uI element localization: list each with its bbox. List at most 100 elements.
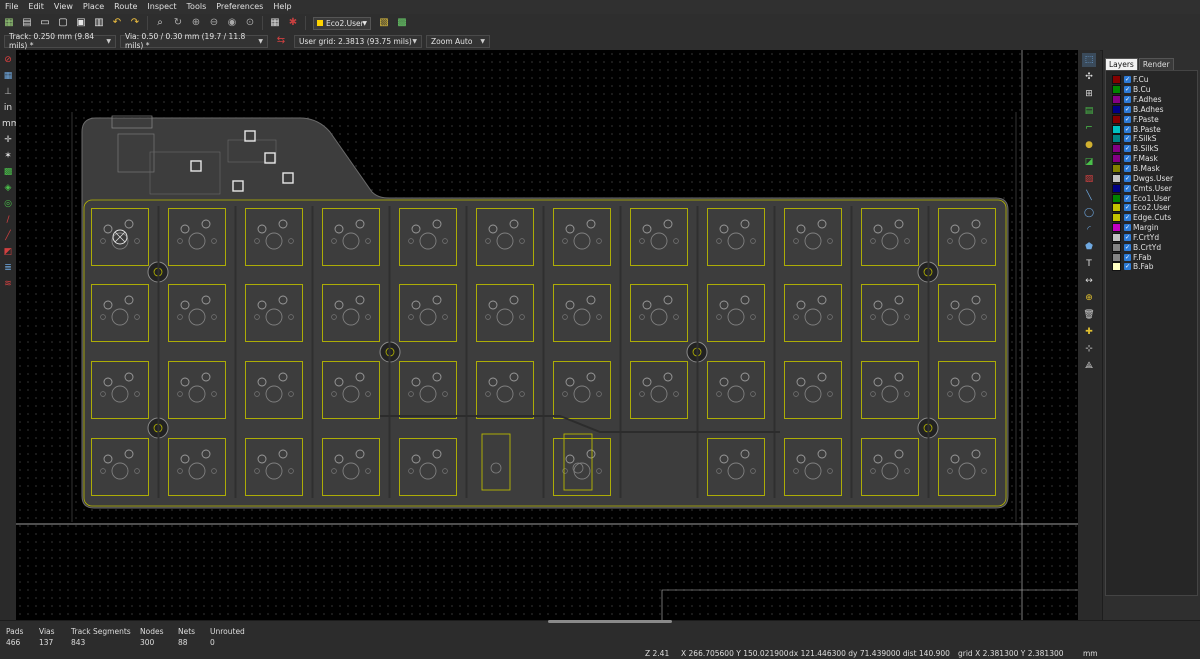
layer-visibility-checkbox[interactable]: ✓: [1124, 204, 1131, 212]
layer-visibility-checkbox[interactable]: ✓: [1124, 135, 1131, 143]
plot-icon[interactable]: ▥: [92, 16, 106, 30]
drc-icon[interactable]: ✱: [286, 16, 300, 30]
layer-color-swatch[interactable]: [1112, 193, 1121, 203]
layer-row[interactable]: ✓ Eco2.User: [1106, 203, 1197, 213]
menu-inspect[interactable]: Inspect: [142, 0, 181, 14]
layer-color-swatch[interactable]: [1112, 114, 1121, 124]
layer-color-swatch[interactable]: [1112, 144, 1121, 154]
track-width-dropdown[interactable]: Track: 0.250 mm (9.84 mils) * ▼: [4, 32, 116, 50]
select-tool-icon[interactable]: ⬚: [1082, 53, 1096, 67]
layer-row[interactable]: ✓ Edge.Cuts: [1106, 213, 1197, 223]
layer-color-swatch[interactable]: [1112, 104, 1121, 114]
zone-outline-icon[interactable]: ◈: [2, 182, 14, 194]
layer-color-swatch[interactable]: [1112, 134, 1121, 144]
scripting-icon[interactable]: ▩: [395, 16, 409, 30]
layer-visibility-checkbox[interactable]: ✓: [1124, 105, 1131, 113]
layer-row[interactable]: ✓ Eco1.User: [1106, 193, 1197, 203]
layer-visibility-checkbox[interactable]: ✓: [1124, 96, 1131, 104]
layer-visibility-checkbox[interactable]: ✓: [1124, 214, 1131, 222]
measure-icon[interactable]: ⟁: [1082, 359, 1096, 373]
via-size-dropdown[interactable]: Via: 0.50 / 0.30 mm (19.7 / 11.8 mils) *…: [120, 32, 268, 50]
zone-fill-icon[interactable]: ▩: [2, 166, 14, 178]
undo-icon[interactable]: ↶: [110, 16, 124, 30]
layer-color-swatch[interactable]: [1112, 75, 1121, 85]
add-via-icon[interactable]: ●: [1082, 138, 1096, 152]
add-line-icon[interactable]: ╲: [1082, 189, 1096, 203]
layer-row[interactable]: ✓ F.Fab: [1106, 252, 1197, 262]
layer-row[interactable]: ✓ B.SilkS: [1106, 144, 1197, 154]
menu-edit[interactable]: Edit: [23, 0, 49, 14]
grid-origin-icon[interactable]: ⊹: [1082, 342, 1096, 356]
units-mm-icon[interactable]: mm: [2, 118, 20, 130]
menu-file[interactable]: File: [0, 0, 23, 14]
highlight-net-icon[interactable]: ✣: [1082, 70, 1096, 84]
add-dimension-icon[interactable]: ↔: [1082, 274, 1096, 288]
layer-row[interactable]: ✓ F.SilkS: [1106, 134, 1197, 144]
menu-help[interactable]: Help: [268, 0, 296, 14]
layer-row[interactable]: ✓ F.Adhes: [1106, 95, 1197, 105]
via-sketch-icon[interactable]: /: [2, 214, 14, 226]
open-icon[interactable]: ▤: [20, 16, 34, 30]
layer-visibility-checkbox[interactable]: ✓: [1124, 115, 1131, 123]
microwave-icon[interactable]: ≋: [2, 278, 14, 290]
layer-visibility-checkbox[interactable]: ✓: [1124, 253, 1131, 261]
layer-color-swatch[interactable]: [1112, 173, 1121, 183]
layer-visibility-checkbox[interactable]: ✓: [1124, 184, 1131, 192]
drill-origin-icon[interactable]: ✚: [1082, 325, 1096, 339]
layer-color-swatch[interactable]: [1112, 95, 1121, 105]
menu-preferences[interactable]: Preferences: [211, 0, 268, 14]
layer-color-swatch[interactable]: [1112, 203, 1121, 213]
netlist-icon[interactable]: ▦: [268, 16, 282, 30]
layer-visibility-checkbox[interactable]: ✓: [1124, 233, 1131, 241]
add-footprint-icon[interactable]: ▤: [1082, 104, 1096, 118]
ratsnest-icon[interactable]: ✶: [2, 150, 14, 162]
layer-row[interactable]: ✓ Margin: [1106, 223, 1197, 233]
layer-color-swatch[interactable]: [1112, 85, 1121, 95]
pad-sketch-icon[interactable]: ◎: [2, 198, 14, 210]
layer-row[interactable]: ✓ F.CrtYd: [1106, 232, 1197, 243]
local-ratsnest-icon[interactable]: ⊞: [1082, 87, 1096, 101]
layer-visibility-checkbox[interactable]: ✓: [1124, 125, 1131, 133]
layer-color-swatch[interactable]: [1112, 213, 1121, 223]
grid-dropdown[interactable]: User grid: 2.3813 (93.75 mils) ▼: [294, 34, 422, 48]
layer-row[interactable]: ✓ Cmts.User: [1106, 183, 1197, 193]
layer-color-swatch[interactable]: [1112, 124, 1121, 134]
layer-row[interactable]: ✓ F.Mask: [1106, 154, 1197, 164]
layer-color-swatch[interactable]: [1112, 232, 1121, 242]
layer-color-swatch[interactable]: [1112, 183, 1121, 193]
pcb-canvas[interactable]: [16, 50, 1078, 620]
delete-icon[interactable]: 🗑: [1082, 308, 1096, 322]
grid-toggle-icon[interactable]: ▦: [2, 70, 14, 82]
layer-row[interactable]: ✓ B.Mask: [1106, 164, 1197, 174]
active-layer-select[interactable]: Eco2.User ▼: [313, 16, 371, 30]
add-polygon-icon[interactable]: ⬟: [1082, 240, 1096, 254]
save-icon[interactable]: ▭: [38, 16, 52, 30]
redo-icon[interactable]: ↷: [128, 16, 142, 30]
layer-row[interactable]: ✓ F.Cu: [1106, 75, 1197, 85]
layer-visibility-checkbox[interactable]: ✓: [1124, 145, 1131, 153]
zoom-in-icon[interactable]: ⊕: [189, 16, 203, 30]
menu-tools[interactable]: Tools: [182, 0, 212, 14]
zoom-dropdown[interactable]: Zoom Auto ▼: [426, 34, 490, 48]
layer-visibility-checkbox[interactable]: ✓: [1124, 194, 1131, 202]
polar-coords-icon[interactable]: ⊥: [2, 86, 14, 98]
add-arc-icon[interactable]: ◜: [1082, 223, 1096, 237]
print-icon[interactable]: ▣: [74, 16, 88, 30]
add-text-icon[interactable]: T: [1082, 257, 1096, 271]
layer-pair-icon[interactable]: ▧: [377, 16, 391, 30]
zoom-out-icon[interactable]: ⊖: [207, 16, 221, 30]
route-track-icon[interactable]: ⌐: [1082, 121, 1096, 135]
page-setup-icon[interactable]: ▢: [56, 16, 70, 30]
layer-row[interactable]: ✓ B.CrtYd: [1106, 242, 1197, 252]
layer-visibility-checkbox[interactable]: ✓: [1124, 76, 1131, 84]
menu-place[interactable]: Place: [78, 0, 109, 14]
zoom-area-icon[interactable]: ⊙: [243, 16, 257, 30]
add-keepout-icon[interactable]: ▨: [1082, 172, 1096, 186]
auto-track-width-icon[interactable]: ⇆: [274, 34, 288, 48]
layer-color-swatch[interactable]: [1112, 242, 1121, 252]
layer-row[interactable]: ✓ B.Paste: [1106, 124, 1197, 134]
layers-manager-icon[interactable]: ≣: [2, 262, 14, 274]
layer-color-swatch[interactable]: [1112, 223, 1121, 233]
find-icon[interactable]: ⌕: [153, 16, 167, 30]
refresh-icon[interactable]: ↻: [171, 16, 185, 30]
